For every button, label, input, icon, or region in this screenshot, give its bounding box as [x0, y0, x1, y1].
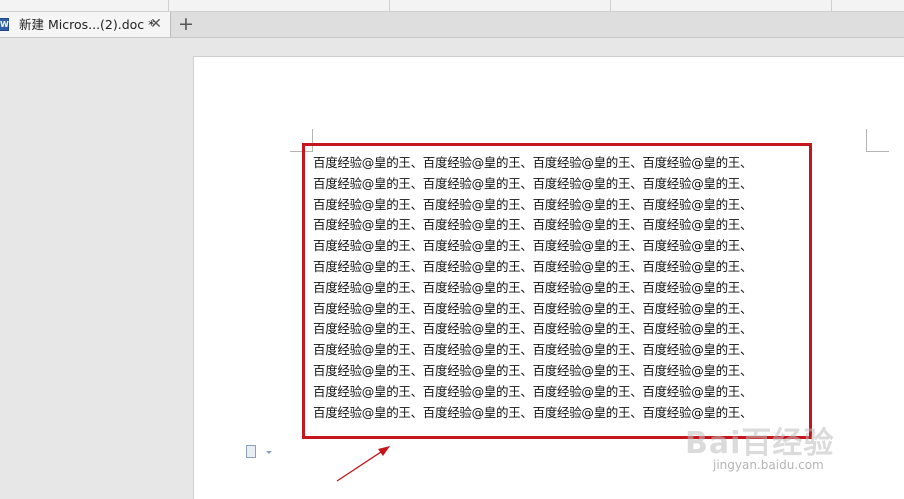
- watermark-logo: Bai百经验: [685, 426, 835, 461]
- paragraph-options-icon[interactable]: [246, 445, 272, 461]
- highlight-box: [302, 143, 812, 439]
- document-tab-bar: 新建 Micros...(2).doc * ✕ +: [0, 12, 904, 38]
- strip-divider: [389, 0, 390, 11]
- word-doc-icon: [0, 18, 9, 31]
- strip-divider: [831, 0, 832, 11]
- margin-corner-top-right: [866, 151, 889, 152]
- new-tab-button[interactable]: +: [175, 14, 197, 34]
- close-icon[interactable]: ✕: [148, 16, 164, 32]
- strip-divider: [168, 0, 169, 11]
- margin-corner-top-right: [866, 129, 867, 152]
- tab-title: 新建 Micros...(2).doc *: [19, 17, 155, 32]
- top-strip: [0, 0, 904, 12]
- watermark-url: jingyan.baidu.com: [713, 458, 824, 472]
- tab-document[interactable]: 新建 Micros...(2).doc * ✕: [0, 12, 171, 37]
- strip-divider: [610, 0, 611, 11]
